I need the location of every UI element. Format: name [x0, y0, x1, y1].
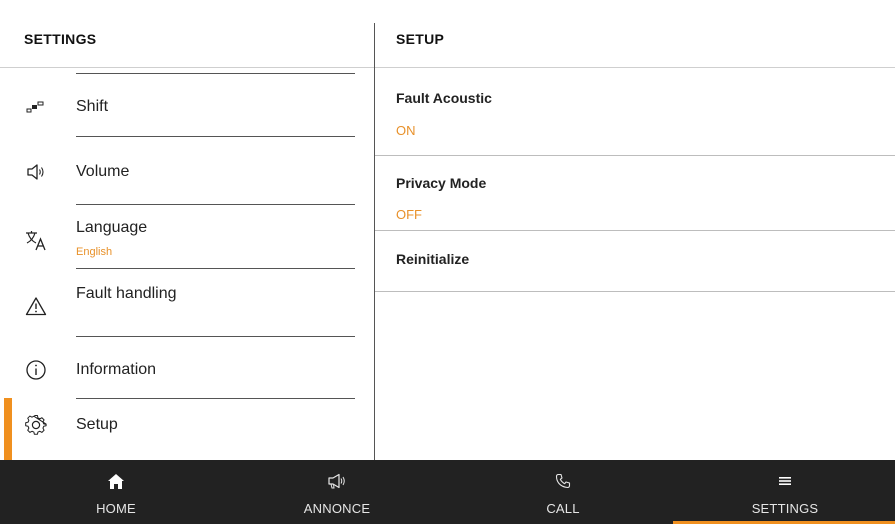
menu-item-information[interactable]: Information — [0, 336, 374, 398]
menu-label-setup: Setup — [76, 416, 118, 433]
setup-panel: SETUP Fault Acoustic ON Privacy Mode OFF… — [375, 0, 895, 460]
warning-icon — [22, 292, 50, 320]
nav-label-home: HOME — [96, 501, 136, 516]
setting-value: ON — [396, 123, 416, 138]
shift-icon — [22, 93, 50, 121]
setting-name: Fault Acoustic — [396, 90, 492, 106]
divider — [76, 204, 355, 205]
home-icon — [4, 470, 228, 492]
menu-label-language: Language — [76, 219, 148, 236]
megaphone-icon — [225, 470, 449, 492]
setup-title: SETUP — [396, 31, 445, 47]
menu-label-volume: Volume — [76, 163, 130, 180]
setting-row-fault-acoustic[interactable]: Fault Acoustic ON — [375, 68, 895, 156]
setting-row-reinitialize[interactable]: Reinitialize — [375, 231, 895, 292]
volume-icon — [22, 158, 50, 186]
divider — [76, 268, 355, 269]
bottom-navigation: HOME ANNONCE CALL SETTINGS — [0, 460, 895, 524]
nav-label-annonce: ANNONCE — [303, 501, 371, 516]
divider — [76, 73, 355, 74]
nav-settings[interactable]: SETTINGS — [673, 460, 895, 524]
settings-panel: SETTINGS Shift Volume Language English F… — [0, 0, 374, 460]
settings-header: SETTINGS — [0, 0, 374, 68]
divider — [76, 336, 355, 337]
setting-name: Reinitialize — [396, 251, 470, 267]
menu-item-shift[interactable]: Shift — [0, 68, 374, 136]
setting-row-privacy-mode[interactable]: Privacy Mode OFF — [375, 156, 895, 231]
menu-sublabel-language: English — [76, 246, 113, 258]
nav-label-call: CALL — [546, 501, 580, 516]
menu-item-fault-handling[interactable]: Fault handling — [0, 268, 374, 336]
gear-icon — [22, 411, 50, 439]
menu-item-setup[interactable]: Setup — [0, 398, 374, 460]
setup-header: SETUP — [375, 0, 895, 68]
nav-label-settings: SETTINGS — [751, 501, 819, 516]
info-icon — [22, 356, 50, 384]
menu-label-information: Information — [76, 361, 157, 378]
settings-title: SETTINGS — [24, 31, 97, 47]
menu-icon — [673, 470, 895, 492]
phone-icon — [451, 470, 675, 492]
menu-label-shift: Shift — [76, 98, 109, 115]
nav-annonce[interactable]: ANNONCE — [225, 460, 449, 524]
menu-item-language[interactable]: Language English — [0, 204, 374, 268]
nav-home[interactable]: HOME — [4, 460, 228, 524]
active-indicator — [4, 398, 12, 460]
divider — [76, 398, 355, 399]
nav-call[interactable]: CALL — [451, 460, 675, 524]
setting-name: Privacy Mode — [396, 175, 487, 191]
menu-item-volume[interactable]: Volume — [0, 136, 374, 204]
menu-label-fault-handling: Fault handling — [76, 285, 177, 302]
setting-value: OFF — [396, 207, 422, 222]
divider — [76, 136, 355, 137]
language-icon — [22, 226, 50, 254]
